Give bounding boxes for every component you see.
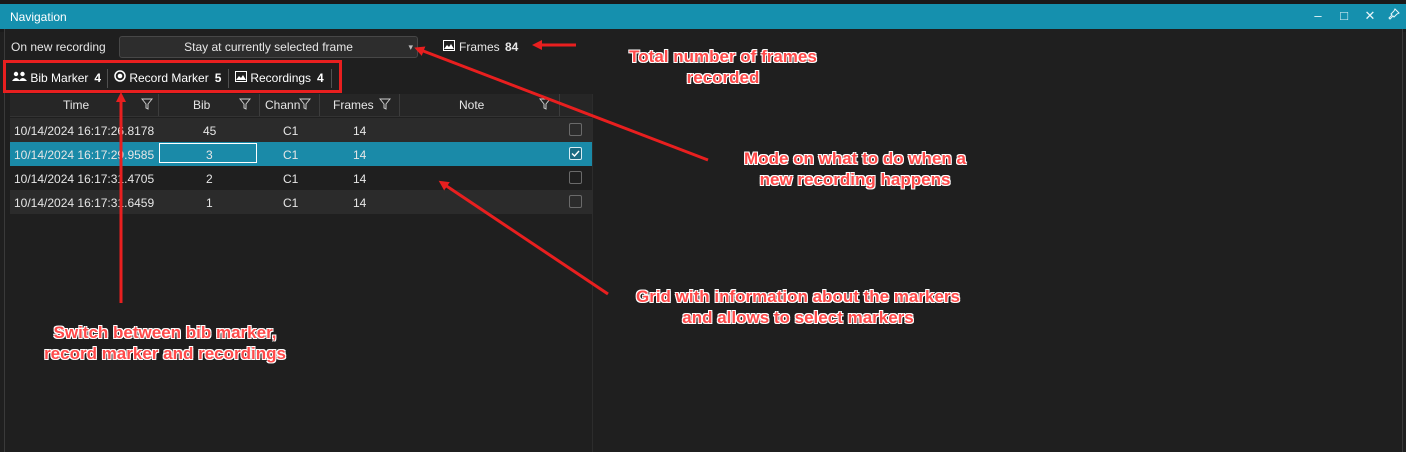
annotation-line: Total number of frames	[629, 47, 817, 66]
annotation-line: Switch between bib marker,	[53, 323, 277, 342]
annotation-mode: Mode on what to do when a new recording …	[725, 148, 985, 190]
annotation-line: record marker and recordings	[44, 344, 286, 363]
annotation-grid-info: Grid with information about the markers …	[618, 286, 978, 328]
annotation-line: recorded	[686, 68, 760, 87]
annotation-line: Grid with information about the markers	[636, 287, 960, 306]
annotation-line: new recording happens	[759, 170, 951, 189]
arrow-to-grid	[438, 180, 609, 296]
annotation-switch: Switch between bib marker, record marker…	[30, 322, 300, 364]
annotation-frames-total: Total number of frames recorded	[613, 46, 833, 88]
annotation-line: and allows to select markers	[682, 308, 914, 327]
annotation-line: Mode on what to do when a	[744, 149, 966, 168]
